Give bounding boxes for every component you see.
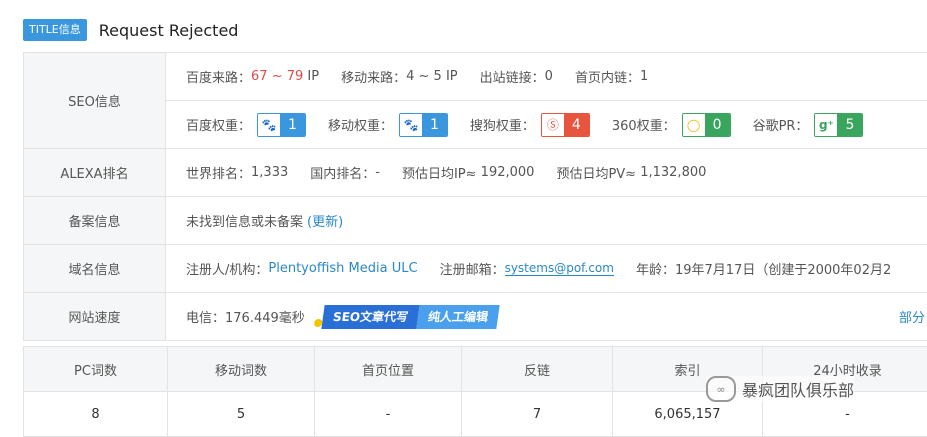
speed-row: 网站速度 电信：176.449毫秒 SEO文章代写 纯人工编辑 部分 bbox=[23, 293, 927, 341]
stats-header: 反链 bbox=[462, 347, 613, 392]
stats-value: 7 bbox=[462, 392, 613, 437]
email-key: 注册邮箱： bbox=[440, 259, 505, 278]
google-pr-badge[interactable]: g⁺ 5 bbox=[814, 113, 863, 137]
domestic-rank: 国内排名：- bbox=[310, 163, 380, 182]
domain-label: 域名信息 bbox=[23, 245, 166, 292]
baidu-paw-icon: 🐾 bbox=[400, 114, 422, 136]
stats-value: 5 bbox=[168, 392, 315, 437]
alexa-label: ALEXA排名 bbox=[23, 149, 166, 196]
page-title: Request Rejected bbox=[99, 21, 239, 40]
title-tag: TITLE信息 bbox=[23, 19, 87, 41]
outbound-links: 出站链接：0 bbox=[480, 67, 553, 86]
speed-text: 电信：176.449毫秒 bbox=[186, 307, 305, 326]
seo-label: SEO信息 bbox=[23, 53, 166, 148]
beian-row: 备案信息 未找到信息或未备案 (更新) bbox=[23, 197, 927, 245]
google-plus-icon: g⁺ bbox=[815, 114, 837, 136]
speed-label: 网站速度 bbox=[23, 293, 166, 340]
more-link[interactable]: 部分 bbox=[899, 307, 925, 326]
beian-label: 备案信息 bbox=[23, 197, 166, 244]
seo-weight-line: 百度权重： 🐾 1 移动权重： 🐾 1 搜狗权重： Ⓢ bbox=[166, 101, 927, 148]
world-rank: 世界排名：1,333 bbox=[186, 163, 288, 182]
promo-manual: 纯人工编辑 bbox=[416, 305, 499, 329]
age-key: 年龄： bbox=[636, 259, 675, 278]
sogou-icon: Ⓢ bbox=[542, 114, 564, 136]
mobile-weight: 移动权重： 🐾 1 bbox=[328, 113, 448, 137]
beian-update-link[interactable]: (更新) bbox=[307, 211, 343, 230]
watermark: ∞ 暴疯团队俱乐部 bbox=[706, 376, 854, 402]
info-table: SEO信息 百度来路： 67 ~ 79 IP 移动来路： 4 ~ 5 IP 出站… bbox=[23, 52, 927, 341]
sogou-weight: 搜狗权重： Ⓢ 4 bbox=[470, 113, 590, 137]
mobile-traffic: 移动来路： 4 ~ 5 IP bbox=[341, 67, 458, 86]
homepage-internal-links: 首页内链：1 bbox=[575, 67, 648, 86]
baidu-paw-icon: 🐾 bbox=[258, 114, 280, 136]
age-value: 19年7月17日（创建于2000年02月2 bbox=[675, 259, 891, 278]
stats-header: 首页位置 bbox=[315, 347, 462, 392]
seo-traffic-line: 百度来路： 67 ~ 79 IP 移动来路： 4 ~ 5 IP 出站链接：0 首… bbox=[166, 53, 927, 101]
domain-row: 域名信息 注册人/机构： Plentyoffish Media ULC 注册邮箱… bbox=[23, 245, 927, 293]
360-icon: ◯ bbox=[683, 114, 705, 136]
watermark-text: 暴疯团队俱乐部 bbox=[742, 377, 854, 401]
sogou-weight-badge[interactable]: Ⓢ 4 bbox=[541, 113, 590, 137]
360-weight: 360权重： ◯ 0 bbox=[612, 113, 731, 137]
estimated-daily-pv: 预估日均PV≈ 1,132,800 bbox=[556, 163, 706, 182]
baidu-traffic: 百度来路： 67 ~ 79 IP bbox=[186, 67, 319, 86]
stats-value: 8 bbox=[24, 392, 168, 437]
beian-text: 未找到信息或未备案 bbox=[186, 211, 303, 230]
stats-header: PC词数 bbox=[24, 347, 168, 392]
wechat-icon: ∞ bbox=[706, 376, 736, 402]
360-weight-badge[interactable]: ◯ 0 bbox=[682, 113, 731, 137]
google-pr: 谷歌PR： g⁺ 5 bbox=[753, 113, 864, 137]
stats-value: - bbox=[315, 392, 462, 437]
promo-seo: SEO文章代写 bbox=[321, 305, 419, 329]
promo-dot-icon bbox=[313, 319, 322, 327]
registrant-link[interactable]: Plentyoffish Media ULC bbox=[268, 261, 417, 276]
title-bar: TITLE信息 Request Rejected bbox=[23, 18, 238, 42]
baidu-weight: 百度权重： 🐾 1 bbox=[186, 113, 306, 137]
registrant-key: 注册人/机构： bbox=[186, 259, 268, 278]
baidu-weight-badge[interactable]: 🐾 1 bbox=[257, 113, 306, 137]
email-link[interactable]: systems@pof.com bbox=[505, 261, 614, 276]
estimated-daily-ip: 预估日均IP≈ 192,000 bbox=[402, 163, 534, 182]
stats-header: 移动词数 bbox=[168, 347, 315, 392]
alexa-row: ALEXA排名 世界排名：1,333 国内排名：- 预估日均IP≈ 192,00… bbox=[23, 149, 927, 197]
mobile-weight-badge[interactable]: 🐾 1 bbox=[399, 113, 448, 137]
seo-row: SEO信息 百度来路： 67 ~ 79 IP 移动来路： 4 ~ 5 IP 出站… bbox=[23, 53, 927, 149]
promo-banner[interactable]: SEO文章代写 纯人工编辑 bbox=[321, 305, 499, 329]
